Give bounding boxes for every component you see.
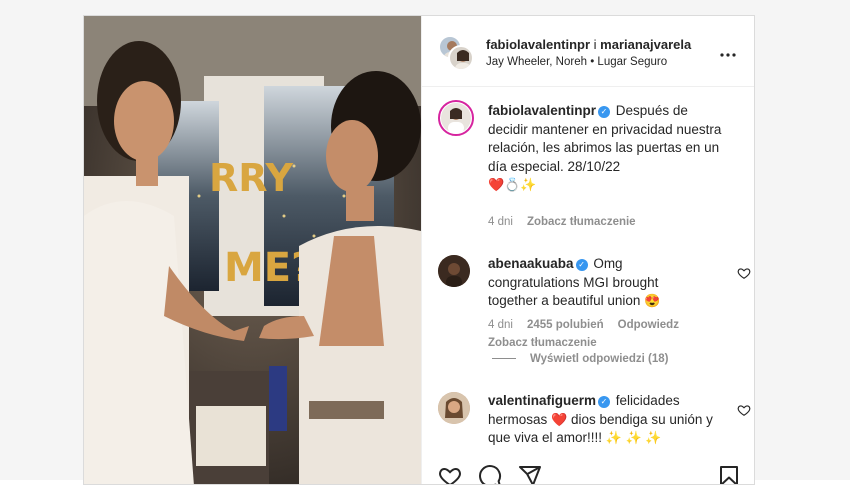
collab-avatars[interactable] <box>438 35 474 71</box>
comment-age: 4 dni <box>488 319 513 331</box>
comment-username[interactable]: valentinafiguerm <box>488 393 596 408</box>
comment-like-icon[interactable] <box>737 403 751 417</box>
comment-icon[interactable] <box>478 464 502 484</box>
comment-avatar[interactable] <box>438 392 470 424</box>
post-actions-bar <box>422 462 754 484</box>
caption-meta: 4 dni Zobacz tłumaczenie <box>488 216 636 228</box>
comment-reply-button[interactable]: Odpowiedz <box>618 319 679 331</box>
comment-like-icon[interactable] <box>737 266 751 280</box>
more-horizontal-icon[interactable] <box>719 42 737 63</box>
comment-emoji: 😍 <box>644 293 661 308</box>
comment-avatar[interactable] <box>438 255 470 287</box>
post-side-panel: fabiolavalentinpr i marianajvarela Jay W… <box>421 16 754 484</box>
audio-track[interactable]: Lugar Seguro <box>597 56 667 68</box>
comments-list[interactable]: fabiolavalentinpr ✓ Después de decidir ma… <box>422 87 754 457</box>
comment-meta: 4 dni 2455 polubień Odpowiedz <box>488 319 679 331</box>
comment-item: abenaakuaba ✓ Omg congratulations MGI bro… <box>438 255 751 355</box>
avatar-secondary[interactable] <box>448 45 474 71</box>
username-secondary[interactable]: marianajvarela <box>600 37 691 52</box>
post-card: RRY ME? fabiolavalentinpr i marianajvare… <box>83 15 755 485</box>
audio-artist[interactable]: Jay Wheeler, Noreh <box>486 56 587 68</box>
audio-info: Jay Wheeler, Noreh • Lugar Seguro <box>486 56 667 68</box>
verified-icon: ✓ <box>575 259 588 271</box>
view-replies-label: Wyświetl odpowiedzi (18) <box>530 353 669 365</box>
comment-item: valentinafiguerm ✓ felicidades hermosas ❤… <box>438 392 751 457</box>
caption-text-block: fabiolavalentinpr ✓ Después de decidir ma… <box>488 102 728 195</box>
caption-age: 4 dni <box>488 216 513 228</box>
comment-likes[interactable]: 2455 polubień <box>527 319 604 331</box>
comment-emoji-end: ✨ ✨ ✨ <box>605 430 662 445</box>
username-separator: i <box>590 37 601 52</box>
caption-emojis: ❤️💍✨ <box>488 177 537 192</box>
post-photo: RRY ME? <box>84 16 421 484</box>
view-replies-button[interactable]: Wyświetl odpowiedzi (18) <box>492 353 668 365</box>
balloon-letters-top: RRY <box>209 156 293 200</box>
comment-text-block: valentinafiguerm ✓ felicidades hermosas ❤… <box>488 392 728 448</box>
collab-usernames: fabiolavalentinpr i marianajvarela <box>486 37 691 52</box>
caption-avatar[interactable] <box>438 100 474 136</box>
save-icon[interactable] <box>717 464 741 484</box>
heart-icon[interactable] <box>438 464 462 484</box>
caption-translate-link[interactable]: Zobacz tłumaczenie <box>527 216 636 228</box>
username-primary[interactable]: fabiolavalentinpr <box>486 37 590 52</box>
comment-username[interactable]: abenaakuaba <box>488 256 574 271</box>
comment-emoji: ❤️ <box>551 411 568 427</box>
audio-bullet: • <box>587 56 598 68</box>
comment-translate-link[interactable]: Zobacz tłumaczenie <box>488 337 597 349</box>
comment-meta-translate: Zobacz tłumaczenie <box>488 337 597 349</box>
caption: fabiolavalentinpr ✓ Después de decidir ma… <box>438 100 738 230</box>
share-icon[interactable] <box>518 464 542 484</box>
caption-username[interactable]: fabiolavalentinpr <box>488 103 596 118</box>
comment-text-block: abenaakuaba ✓ Omg congratulations MGI bro… <box>488 255 688 311</box>
post-header: fabiolavalentinpr i marianajvarela Jay W… <box>422 16 754 87</box>
verified-icon: ✓ <box>598 396 611 408</box>
verified-icon: ✓ <box>598 106 611 118</box>
replies-divider <box>492 358 516 360</box>
post-media[interactable]: RRY ME? <box>84 16 421 484</box>
